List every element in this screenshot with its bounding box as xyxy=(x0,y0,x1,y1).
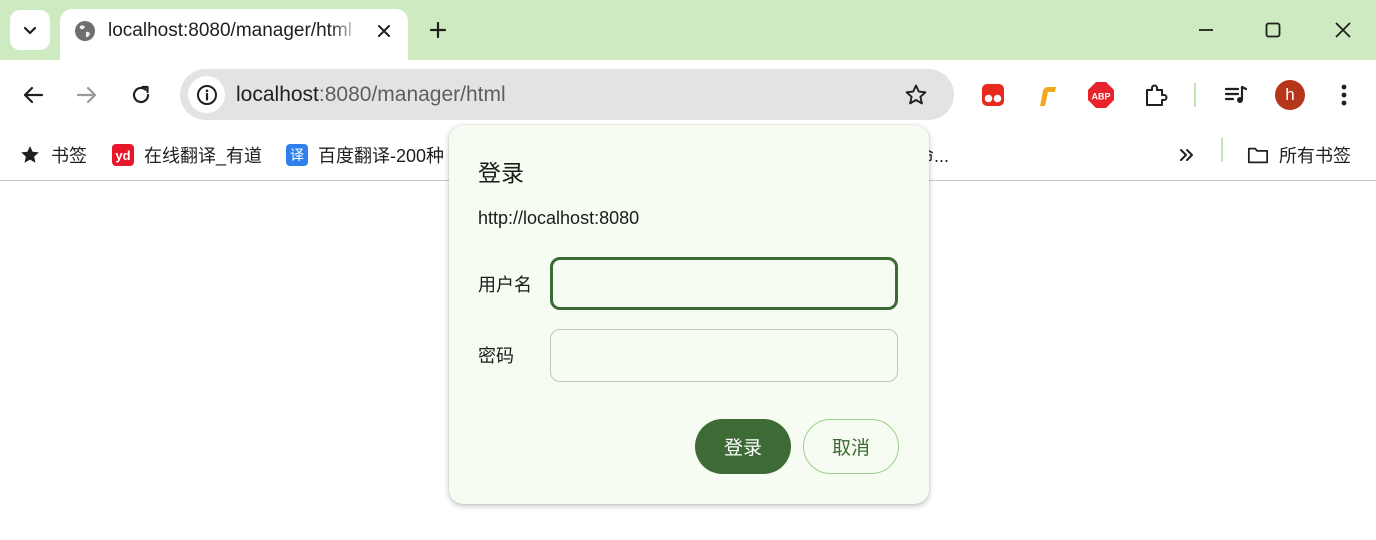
close-window-button[interactable] xyxy=(1328,15,1358,45)
address-bar[interactable]: localhost:8080/manager/html xyxy=(180,69,954,120)
star-filled-icon xyxy=(19,144,41,166)
bookmarks-overflow-button[interactable] xyxy=(1176,140,1198,170)
puzzle-icon xyxy=(1146,84,1168,106)
media-queue-icon xyxy=(1224,85,1248,103)
all-bookmarks-item[interactable]: 所有书签 xyxy=(1247,140,1351,170)
dialog-title: 登录 xyxy=(478,160,524,186)
minimize-button[interactable] xyxy=(1191,15,1221,45)
pencil-extension[interactable] xyxy=(1032,80,1062,110)
tampermonkey-extension[interactable] xyxy=(978,80,1008,110)
globe-icon xyxy=(75,21,95,41)
tab-title: localhost:8080/manager/html xyxy=(108,20,360,42)
maximize-button[interactable] xyxy=(1258,15,1288,45)
bookmark-label: 书签 xyxy=(51,146,87,166)
pencil-extension-icon xyxy=(1040,87,1056,106)
reload-button[interactable] xyxy=(124,78,158,112)
login-button[interactable]: 登录 xyxy=(695,419,791,474)
active-tab[interactable]: localhost:8080/manager/html xyxy=(60,9,408,60)
tab-close-button[interactable] xyxy=(372,19,396,43)
minimize-icon xyxy=(1199,29,1213,31)
title-bar: localhost:8080/manager/html xyxy=(0,0,1376,60)
bookmark-baidu-translate[interactable]: 译 百度翻译-200种 xyxy=(286,140,444,170)
folder-icon xyxy=(1247,144,1269,166)
double-chevron-right-icon xyxy=(1180,149,1193,161)
site-info-button[interactable] xyxy=(188,76,225,113)
arrow-left-icon xyxy=(23,86,44,104)
browser-toolbar: localhost:8080/manager/html ABP h xyxy=(0,60,1376,130)
login-dialog: 登录 http://localhost:8080 用户名 密码 登录 取消 xyxy=(449,125,929,504)
adblock-plus-icon: ABP xyxy=(1088,82,1114,108)
url-text[interactable]: localhost:8080/manager/html xyxy=(236,82,506,107)
profile-avatar[interactable]: h xyxy=(1275,80,1305,110)
extensions-menu-button[interactable] xyxy=(1140,80,1170,110)
new-tab-button[interactable] xyxy=(424,16,452,44)
tampermonkey-icon xyxy=(982,84,1004,106)
plus-icon xyxy=(429,21,447,39)
arrow-right-icon xyxy=(76,86,97,104)
chevron-down-icon xyxy=(23,26,37,35)
url-path: :8080/manager/html xyxy=(318,83,506,106)
browser-menu-button[interactable] xyxy=(1329,80,1359,110)
adblock-plus-extension[interactable]: ABP xyxy=(1086,80,1116,110)
bookmark-star-button[interactable] xyxy=(902,81,930,109)
info-icon xyxy=(196,84,217,105)
media-control-button[interactable] xyxy=(1221,80,1251,110)
password-input[interactable] xyxy=(550,329,898,382)
close-icon xyxy=(1335,22,1351,38)
url-host: localhost xyxy=(236,83,319,106)
dialog-origin: http://localhost:8080 xyxy=(478,208,640,228)
all-bookmarks-label: 所有书签 xyxy=(1279,146,1351,166)
baidu-translate-icon: 译 xyxy=(286,144,308,166)
cancel-button[interactable]: 取消 xyxy=(803,419,899,474)
toolbar-divider xyxy=(1194,83,1196,107)
more-vertical-icon xyxy=(1341,84,1347,106)
bookmark-label: 百度翻译-200种 xyxy=(318,146,445,166)
bookmark-label: 在线翻译_有道 xyxy=(144,146,263,166)
close-icon xyxy=(378,25,390,37)
bookmarks-divider xyxy=(1221,138,1223,162)
maximize-icon xyxy=(1265,22,1281,38)
bookmark-youdao[interactable]: yd 在线翻译_有道 xyxy=(112,140,262,170)
tab-search-button[interactable] xyxy=(10,10,50,50)
username-label: 用户名 xyxy=(478,275,532,295)
password-label: 密码 xyxy=(478,346,514,366)
star-outline-icon xyxy=(905,84,927,105)
reload-icon xyxy=(132,85,150,104)
youdao-icon: yd xyxy=(112,144,134,166)
forward-button[interactable] xyxy=(70,78,104,112)
back-button[interactable] xyxy=(16,78,50,112)
svg-text:ABP: ABP xyxy=(1091,92,1110,102)
bookmarks-star-item[interactable]: 书签 xyxy=(19,140,87,170)
username-input[interactable] xyxy=(550,257,898,310)
